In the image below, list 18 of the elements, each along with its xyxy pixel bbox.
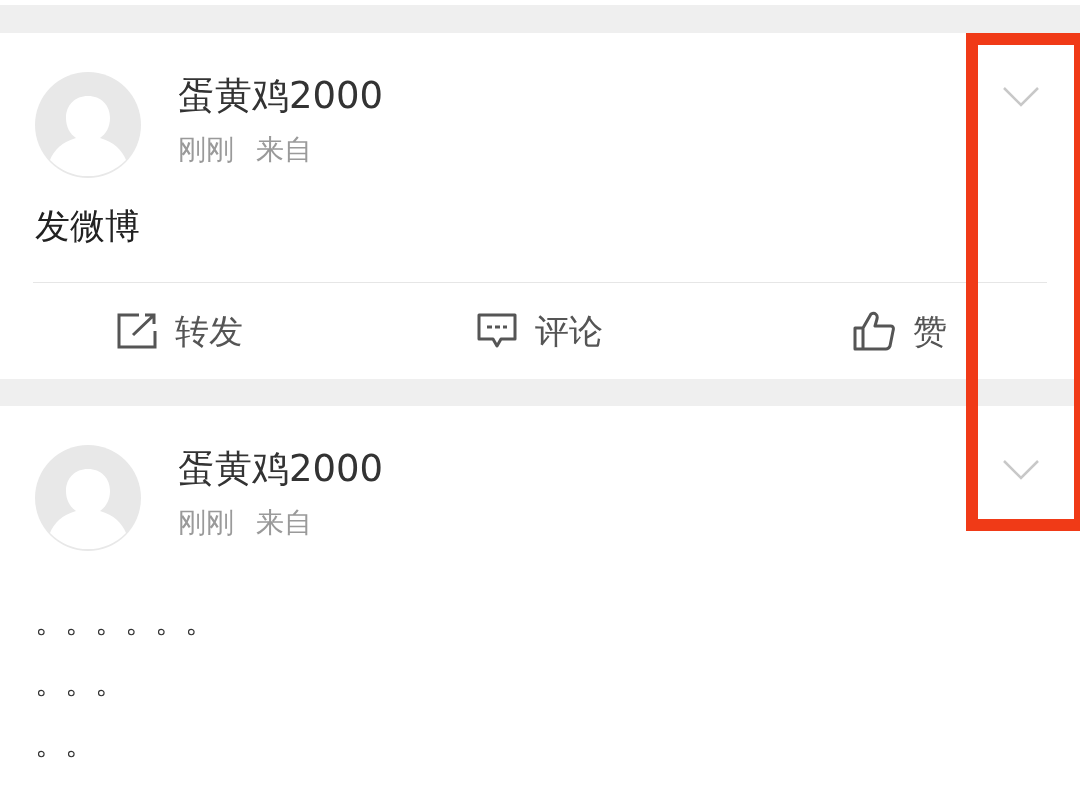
post-text: 发微博 — [35, 205, 140, 248]
post-text: 。。。 — [35, 664, 125, 702]
comment-button[interactable]: 评论 — [360, 305, 720, 357]
post-source: 来自 — [256, 505, 312, 541]
post-source: 来自 — [256, 132, 312, 168]
post-text: 。。 — [35, 725, 95, 763]
chevron-down-icon[interactable] — [1002, 459, 1040, 481]
post-time: 刚刚 — [178, 132, 234, 168]
thumbs-up-icon — [853, 311, 895, 351]
like-button[interactable]: 赞 — [720, 305, 1080, 357]
author-name[interactable]: 蛋黄鸡2000 — [178, 72, 384, 120]
post-time: 刚刚 — [178, 505, 234, 541]
author-name[interactable]: 蛋黄鸡2000 — [178, 445, 384, 493]
repost-button[interactable]: 转发 — [0, 305, 360, 357]
chevron-down-icon[interactable] — [1002, 86, 1040, 108]
share-icon — [117, 313, 157, 349]
post-text: 。。。。。。 — [35, 603, 215, 641]
comment-icon — [477, 313, 517, 349]
